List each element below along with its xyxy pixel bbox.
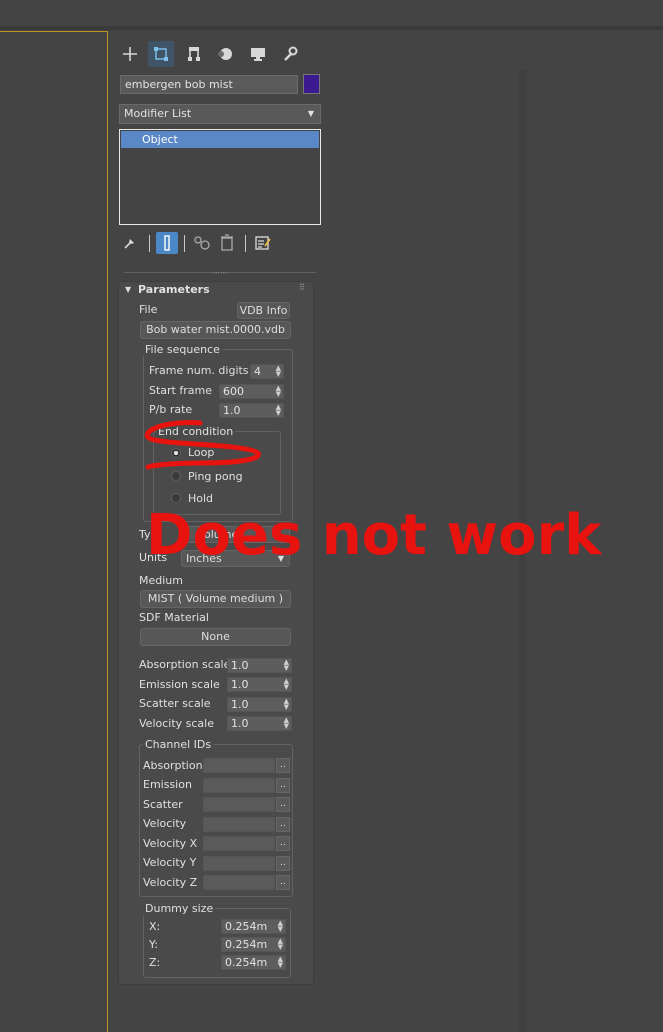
scatter-scale-spinner[interactable]: 1.0 ▲ ▼ bbox=[227, 697, 292, 712]
absorption-scale-label: Absorption scale bbox=[139, 658, 231, 671]
modifier-stack[interactable]: Object bbox=[119, 129, 321, 225]
spinner-arrows-icon[interactable]: ▲ ▼ bbox=[278, 938, 283, 951]
stack-item-object[interactable]: Object bbox=[121, 131, 319, 148]
rollout-title[interactable]: Parameters bbox=[138, 283, 210, 296]
spinner-arrows-icon[interactable]: ▲ ▼ bbox=[276, 404, 281, 417]
object-name-field[interactable]: embergen bob mist bbox=[120, 75, 298, 94]
sdf-material-label: SDF Material bbox=[139, 611, 209, 624]
channel-absorption-field[interactable] bbox=[203, 758, 275, 773]
show-end-result-icon[interactable] bbox=[156, 232, 178, 254]
modifier-list-label: Modifier List bbox=[124, 107, 192, 120]
spinner-arrows-icon[interactable]: ▲ ▼ bbox=[276, 385, 281, 398]
dummy-x-value: 0.254m bbox=[225, 920, 268, 933]
channel-velocity-browse[interactable]: .. bbox=[276, 817, 290, 832]
channel-scatter-browse[interactable]: .. bbox=[276, 797, 290, 812]
channel-velocity-field[interactable] bbox=[203, 817, 275, 832]
hierarchy-tab-icon[interactable] bbox=[181, 41, 207, 67]
dummy-x-spinner[interactable]: 0.254m ▲ ▼ bbox=[221, 919, 286, 934]
pin-stack-icon[interactable] bbox=[122, 235, 138, 251]
toolbar-divider bbox=[184, 235, 185, 252]
start-frame-spinner[interactable]: 600 ▲ ▼ bbox=[219, 384, 284, 399]
radio-hold[interactable] bbox=[171, 493, 181, 503]
channel-emission-field[interactable] bbox=[203, 778, 275, 793]
velocity-scale-value: 1.0 bbox=[231, 717, 249, 730]
file-path-button[interactable]: Bob water mist.0000.vdb bbox=[140, 321, 291, 339]
emission-scale-spinner[interactable]: 1.0 ▲ ▼ bbox=[227, 677, 292, 692]
channel-absorption-label: Absorption bbox=[143, 759, 203, 772]
toolbar-divider bbox=[245, 235, 246, 252]
dummy-x-label: X: bbox=[149, 920, 161, 933]
vdb-info-button[interactable]: VDB Info bbox=[237, 302, 290, 319]
channel-emission-browse[interactable]: .. bbox=[276, 778, 290, 793]
create-tab-icon[interactable] bbox=[117, 41, 143, 67]
channel-absorption-browse[interactable]: .. bbox=[276, 758, 290, 773]
toolbar-separator bbox=[0, 26, 663, 30]
channel-velocity-y-browse[interactable]: .. bbox=[276, 856, 290, 871]
dummy-z-value: 0.254m bbox=[225, 956, 268, 969]
collapse-arrow-icon[interactable]: ▼ bbox=[125, 285, 131, 294]
start-frame-label: Start frame bbox=[149, 384, 212, 397]
channel-scatter-field[interactable] bbox=[203, 797, 275, 812]
dummy-y-spinner[interactable]: 0.254m ▲ ▼ bbox=[221, 937, 286, 952]
spinner-arrows-icon[interactable]: ▲ ▼ bbox=[278, 956, 283, 969]
rollout-grip-icon[interactable]: ⠿ bbox=[299, 283, 305, 292]
medium-label: Medium bbox=[139, 574, 183, 587]
channel-velocity-z-field[interactable] bbox=[203, 875, 275, 890]
remove-modifier-icon[interactable] bbox=[220, 234, 234, 252]
motion-tab-icon[interactable] bbox=[213, 41, 239, 67]
viewport[interactable] bbox=[0, 31, 108, 1032]
channel-velocity-y-field[interactable] bbox=[203, 856, 275, 871]
modifier-list-dropdown[interactable]: Modifier List ▼ bbox=[119, 104, 321, 124]
make-unique-icon[interactable] bbox=[192, 234, 212, 252]
channel-velocity-z-browse[interactable]: .. bbox=[276, 875, 290, 890]
channel-velocity-label: Velocity bbox=[143, 817, 187, 830]
scatter-scale-value: 1.0 bbox=[231, 698, 249, 711]
top-toolbar bbox=[0, 0, 663, 27]
channel-scatter-label: Scatter bbox=[143, 798, 183, 811]
emission-scale-label: Emission scale bbox=[139, 678, 220, 691]
display-tab-icon[interactable] bbox=[245, 41, 271, 67]
object-color-swatch[interactable] bbox=[303, 74, 320, 94]
sdf-material-button[interactable]: None bbox=[140, 628, 291, 646]
scatter-scale-label: Scatter scale bbox=[139, 697, 211, 710]
dummy-z-spinner[interactable]: 0.254m ▲ ▼ bbox=[221, 955, 286, 970]
channel-ids-title: Channel IDs bbox=[143, 738, 214, 751]
chevron-down-icon: ▼ bbox=[307, 109, 314, 118]
channel-velocity-z-label: Velocity Z bbox=[143, 876, 198, 889]
absorption-scale-value: 1.0 bbox=[231, 659, 249, 672]
medium-button[interactable]: MIST ( Volume medium ) bbox=[140, 590, 291, 608]
channel-velocity-x-label: Velocity X bbox=[143, 837, 198, 850]
velocity-scale-spinner[interactable]: 1.0 ▲ ▼ bbox=[227, 716, 292, 731]
utilities-tab-icon[interactable] bbox=[277, 41, 303, 67]
spinner-arrows-icon[interactable]: ▲ ▼ bbox=[276, 365, 281, 378]
dummy-y-label: Y: bbox=[149, 938, 158, 951]
toolbar-divider bbox=[149, 235, 150, 252]
velocity-scale-label: Velocity scale bbox=[139, 717, 214, 730]
splitter-grip-icon[interactable]: ⋯⋯ bbox=[213, 269, 227, 277]
modify-tab-icon[interactable] bbox=[148, 41, 174, 67]
spinner-arrows-icon[interactable]: ▲ ▼ bbox=[284, 698, 289, 711]
annotation-text: Does not work bbox=[146, 503, 602, 568]
absorption-scale-spinner[interactable]: 1.0 ▲ ▼ bbox=[227, 658, 292, 673]
file-label: File bbox=[139, 303, 158, 316]
frame-digits-label: Frame num. digits bbox=[149, 364, 249, 377]
spinner-arrows-icon[interactable]: ▲ ▼ bbox=[278, 920, 283, 933]
red-scribble-annotation bbox=[144, 420, 261, 470]
spinner-arrows-icon[interactable]: ▲ ▼ bbox=[284, 678, 289, 691]
frame-digits-value: 4 bbox=[254, 365, 261, 378]
dummy-y-value: 0.254m bbox=[225, 938, 268, 951]
file-sequence-title: File sequence bbox=[143, 343, 222, 356]
configure-modifier-sets-icon[interactable] bbox=[254, 234, 272, 252]
channel-velocity-x-field[interactable] bbox=[203, 836, 275, 851]
dummy-size-title: Dummy size bbox=[143, 902, 216, 915]
frame-digits-spinner[interactable]: 4 ▲ ▼ bbox=[250, 364, 284, 379]
spinner-arrows-icon[interactable]: ▲ ▼ bbox=[284, 717, 289, 730]
dummy-z-label: Z: bbox=[149, 956, 161, 969]
channel-velocity-x-browse[interactable]: .. bbox=[276, 836, 290, 851]
channel-emission-label: Emission bbox=[143, 778, 192, 791]
emission-scale-value: 1.0 bbox=[231, 678, 249, 691]
spinner-arrows-icon[interactable]: ▲ ▼ bbox=[284, 659, 289, 672]
start-frame-value: 600 bbox=[223, 385, 244, 398]
channel-velocity-y-label: Velocity Y bbox=[143, 856, 197, 869]
